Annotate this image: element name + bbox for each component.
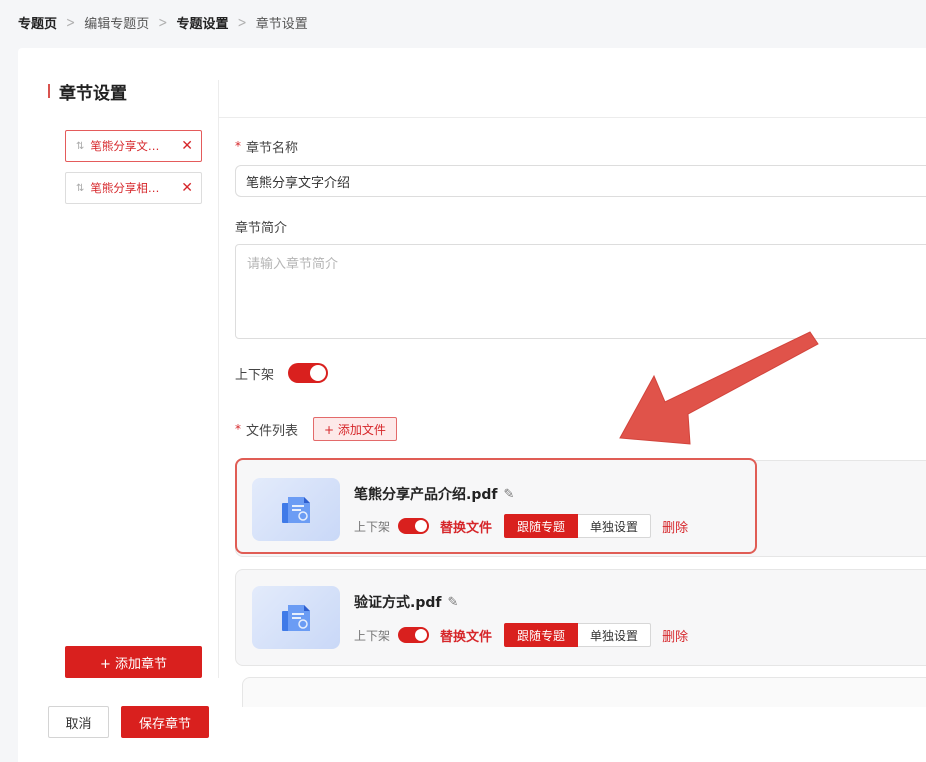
file-card: 笔熊分享产品介绍.pdf ✎ 上下架 替换文件 跟随专题 单独设置 删除 bbox=[235, 458, 757, 554]
permission-segmented-control: 跟随专题 单独设置 bbox=[504, 514, 652, 538]
drag-handle-icon[interactable]: ⇅ bbox=[76, 141, 84, 152]
page-title: 章节设置 bbox=[59, 83, 127, 104]
separate-setting-option[interactable]: 单独设置 bbox=[578, 514, 652, 538]
pencil-icon[interactable]: ✎ bbox=[447, 595, 458, 610]
file-shelf-toggle[interactable] bbox=[398, 518, 430, 534]
toggle-knob bbox=[415, 629, 428, 641]
follow-topic-option[interactable]: 跟随专题 bbox=[504, 623, 579, 647]
follow-topic-option[interactable]: 跟随专题 bbox=[504, 514, 579, 538]
replace-file-link[interactable]: 替换文件 bbox=[440, 626, 492, 645]
file-name-text: 笔熊分享产品介绍.pdf bbox=[354, 487, 498, 503]
shelf-row: 上下架 bbox=[235, 362, 329, 384]
document-icon bbox=[252, 586, 340, 649]
add-chapter-button[interactable]: + 添加章节 bbox=[65, 646, 202, 678]
file-controls: 上下架 替换文件 跟随专题 单独设置 删除 bbox=[354, 514, 688, 538]
chapter-name-label-text: 章节名称 bbox=[246, 140, 299, 156]
cancel-button[interactable]: 取消 bbox=[48, 706, 109, 738]
document-icon bbox=[252, 478, 340, 541]
breadcrumb-item-chapter-settings: 章节设置 bbox=[255, 16, 308, 32]
chevron-right-icon: > bbox=[158, 13, 168, 31]
file-card-partial bbox=[242, 677, 926, 707]
drag-handle-icon[interactable]: ⇅ bbox=[76, 183, 84, 194]
file-list-row: * 文件列表 + 添加文件 bbox=[235, 417, 397, 441]
file-shelf-label: 上下架 bbox=[354, 519, 391, 534]
delete-file-link[interactable]: 删除 bbox=[662, 517, 688, 536]
breadcrumb-item-topic-page[interactable]: 专题页 bbox=[18, 13, 57, 32]
chevron-right-icon: > bbox=[66, 13, 76, 31]
chapter-label: 笔熊分享文… bbox=[90, 139, 160, 153]
close-icon[interactable]: ✕ bbox=[181, 181, 193, 195]
file-list-label: 文件列表 bbox=[246, 423, 299, 439]
breadcrumb: 专题页 > 编辑专题页 > 专题设置 > 章节设置 bbox=[18, 13, 308, 32]
shelf-label: 上下架 bbox=[235, 367, 275, 383]
left-panel-title: 章节设置 bbox=[48, 80, 127, 104]
file-shelf-toggle[interactable] bbox=[398, 627, 430, 643]
file-card: 验证方式.pdf ✎ 上下架 替换文件 跟随专题 单独设置 删除 bbox=[235, 569, 926, 666]
chapter-name-input[interactable] bbox=[235, 165, 926, 197]
shelf-toggle[interactable] bbox=[288, 363, 329, 383]
chevron-right-icon: > bbox=[237, 13, 247, 31]
chapter-intro-label-text: 章节简介 bbox=[235, 220, 288, 236]
header-divider bbox=[219, 117, 926, 118]
chapter-item-2[interactable]: ⇅ 笔熊分享相… ✕ bbox=[65, 172, 202, 204]
breadcrumb-item-edit-topic[interactable]: 编辑专题页 bbox=[84, 13, 149, 32]
file-name: 验证方式.pdf ✎ bbox=[354, 592, 458, 612]
chapter-intro-label: 章节简介 bbox=[235, 217, 288, 236]
title-accent-bar bbox=[48, 84, 50, 98]
chapter-name-label: * 章节名称 bbox=[235, 137, 299, 156]
required-mark: * bbox=[235, 139, 241, 153]
file-name-text: 验证方式.pdf bbox=[354, 595, 442, 611]
permission-segmented-control: 跟随专题 单独设置 bbox=[504, 623, 652, 647]
required-mark: * bbox=[235, 422, 241, 436]
separate-setting-option[interactable]: 单独设置 bbox=[578, 623, 652, 647]
breadcrumb-item-topic-settings[interactable]: 专题设置 bbox=[176, 13, 228, 32]
toggle-knob bbox=[310, 365, 327, 381]
panel-divider bbox=[218, 80, 219, 678]
add-file-button[interactable]: + 添加文件 bbox=[313, 417, 397, 441]
replace-file-link[interactable]: 替换文件 bbox=[440, 517, 492, 536]
delete-file-link[interactable]: 删除 bbox=[662, 626, 688, 645]
save-chapter-button[interactable]: 保存章节 bbox=[121, 706, 209, 738]
chapter-item-1[interactable]: ⇅ 笔熊分享文… ✕ bbox=[65, 130, 202, 162]
chapter-label: 笔熊分享相… bbox=[90, 181, 160, 195]
toggle-knob bbox=[415, 520, 428, 532]
file-name: 笔熊分享产品介绍.pdf ✎ bbox=[354, 484, 514, 504]
file-controls: 上下架 替换文件 跟随专题 单独设置 删除 bbox=[354, 623, 688, 647]
file-shelf-label: 上下架 bbox=[354, 628, 391, 643]
chapter-intro-textarea[interactable] bbox=[235, 244, 926, 339]
close-icon[interactable]: ✕ bbox=[181, 139, 193, 153]
pencil-icon[interactable]: ✎ bbox=[503, 487, 514, 502]
